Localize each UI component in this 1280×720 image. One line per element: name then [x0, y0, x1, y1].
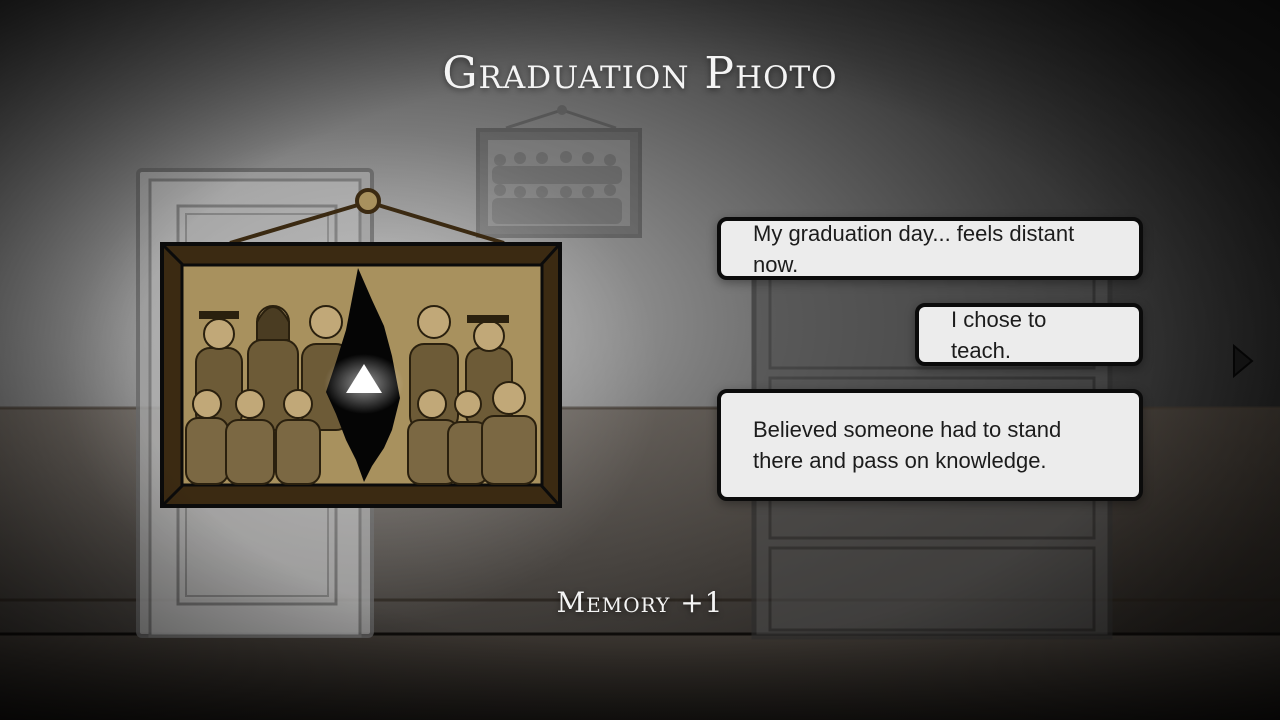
memory-reward: Memory +1 — [556, 586, 724, 619]
dialogue-bubble-1: My graduation day... feels distant now. — [717, 217, 1143, 280]
play-right-arrow-icon[interactable] — [1230, 344, 1256, 378]
dialogue-bubble-3: Believed someone had to stand there and … — [717, 389, 1143, 501]
dialogue-text-1: My graduation day... feels distant now. — [753, 220, 1075, 277]
dialogue-bubble-2: I chose to teach. — [915, 303, 1143, 366]
dialogue-text-2: I chose to teach. — [951, 306, 1047, 363]
scene-title: Graduation Photo — [442, 48, 838, 99]
dialogue-text-3: Believed someone had to stand there and … — [753, 417, 1062, 473]
